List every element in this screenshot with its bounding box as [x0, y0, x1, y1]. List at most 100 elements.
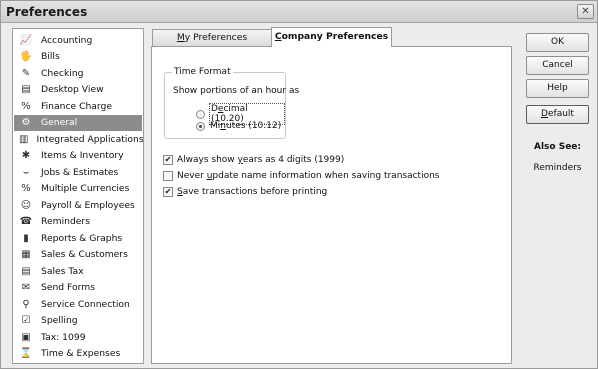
also-see-reminders-link[interactable]: Reminders [526, 163, 589, 173]
save-before-print-option[interactable]: ✔ Save transactions before printing [163, 187, 327, 197]
time-expenses-icon: ⌛ [19, 348, 33, 359]
preferences-window: Preferences ✕ 📈 Accounting 🖐 Bills ✎ Checking… [0, 0, 598, 369]
category-label: Jobs & Estimates [41, 166, 119, 178]
category-item[interactable]: % Multiple Currencies [14, 181, 142, 197]
category-item[interactable]: 🖐 Bills [14, 49, 142, 65]
default-button-accel: D [541, 109, 548, 119]
category-item[interactable]: ⚲ Service Connection [14, 296, 142, 312]
tab-company-preferences-label: ompany Preferences [281, 31, 389, 42]
years-4-digits-checkbox[interactable]: ✔ [163, 155, 173, 165]
years-4-digits-label: Always show years as 4 digits (1999) [177, 155, 344, 165]
time-format-legend: Time Format [172, 67, 233, 77]
time-format-group: Time Format Show portions of an hour as … [164, 67, 299, 139]
category-item[interactable]: ⚙ General [14, 114, 142, 131]
category-item[interactable]: ▤ Desktop View [14, 82, 142, 98]
title-bar: Preferences ✕ [1, 1, 597, 23]
checking-icon: ✎ [21, 67, 31, 79]
category-item[interactable]: ⌣ Jobs & Estimates [14, 164, 142, 180]
also-see-heading: Also See: [533, 142, 581, 152]
close-icon[interactable]: ✕ [577, 4, 594, 19]
minutes-label-post: utes (10:12) [225, 121, 282, 131]
save-before-print-label: Save transactions before printing [177, 187, 327, 197]
help-button[interactable]: Help [526, 79, 589, 98]
category-item[interactable]: ✉ Send Forms [14, 280, 142, 296]
years-4-digits-option[interactable]: ✔ Always show years as 4 digits (1999) [163, 155, 344, 165]
category-item[interactable]: ⌛ Time & Expenses [14, 346, 142, 362]
jobs-estimates-icon: ⌣ [22, 166, 30, 178]
years4-post: ears as 4 digits (1999) [242, 155, 345, 165]
minutes-label-pre: Mi [210, 121, 221, 131]
integrated-applications-icon: ▥ [19, 133, 29, 145]
default-button[interactable]: Default [526, 105, 589, 124]
items-inventory-icon: ✱ [21, 150, 31, 161]
minutes-radio-option[interactable]: Minutes (10:12) [196, 121, 282, 131]
category-label: Payroll & Employees [41, 199, 135, 211]
category-label: Spelling [41, 315, 78, 326]
multiple-currencies-icon: % [21, 183, 31, 194]
category-item[interactable]: ✎ Checking [14, 65, 142, 81]
never-update-post: pdate name information when saving trans… [212, 171, 440, 181]
never-update-label: Never update name information when savin… [177, 171, 439, 181]
sales-tax-icon: ▤ [21, 265, 31, 277]
service-connection-icon: ⚲ [22, 298, 30, 310]
category-item[interactable]: ☎ Reminders [14, 214, 142, 230]
category-label: Reminders [41, 216, 90, 227]
never-update-pre: Never [177, 171, 207, 181]
category-item[interactable]: ▮ Reports & Graphs [14, 230, 142, 246]
save-before-print-post: ave transactions before printing [182, 187, 328, 197]
category-label: Checking [41, 67, 84, 79]
category-label: Multiple Currencies [41, 183, 130, 194]
decimal-radio[interactable] [196, 109, 205, 119]
category-item[interactable]: % Finance Charge [14, 98, 142, 114]
minutes-radio-label: Minutes (10:12) [209, 121, 282, 131]
category-label: Sales & Customers [41, 249, 128, 260]
years4-pre: Always show [177, 155, 238, 165]
category-label: Reports & Graphs [41, 232, 123, 244]
tab-my-preferences-label: y Preferences [184, 32, 248, 43]
decimal-label-pre: D [210, 104, 218, 114]
category-item[interactable]: 📈 Accounting [14, 32, 142, 48]
category-label: Finance Charge [41, 100, 113, 112]
payroll-employees-icon: ☺ [20, 199, 32, 211]
category-item[interactable]: ▥ Integrated Applications [14, 131, 144, 147]
ok-button[interactable]: OK [526, 33, 589, 52]
general-icon: ⚙ [21, 117, 31, 128]
tab-my-preferences-accel: M [176, 32, 185, 43]
cancel-button[interactable]: Cancel [526, 56, 589, 75]
never-update-checkbox[interactable] [163, 171, 173, 181]
category-item[interactable]: ▤ Sales Tax [14, 263, 142, 279]
category-label: Accounting [41, 34, 93, 46]
category-item[interactable]: ✱ Items & Inventory [14, 148, 142, 164]
category-item[interactable]: ▦ Sales & Customers [14, 247, 142, 263]
category-label: Bills [41, 51, 60, 62]
category-label: Time & Expenses [41, 348, 121, 359]
category-item[interactable]: ☑ Spelling [14, 313, 142, 329]
tax-1099-icon: ▣ [21, 331, 31, 343]
category-label: Tax: 1099 [41, 331, 86, 343]
category-label: General [41, 117, 78, 128]
default-button-label: efault [547, 109, 574, 119]
time-format-subtitle: Show portions of an hour as [173, 86, 300, 96]
never-update-option[interactable]: Never update name information when savin… [163, 171, 439, 181]
category-item[interactable]: ☺ Payroll & Employees [14, 197, 142, 213]
send-forms-icon: ✉ [21, 282, 31, 293]
tab-company-preferences-accel: C [274, 31, 282, 42]
bills-icon: 🖐 [19, 51, 33, 62]
category-label: Send Forms [41, 282, 95, 293]
category-list: 📈 Accounting 🖐 Bills ✎ Checking ▤ Desktop View%… [12, 28, 144, 364]
company-preferences-panel: Time Format Show portions of an hour as … [151, 46, 512, 364]
tab-my-preferences[interactable]: My Preferences [152, 29, 272, 46]
category-label: Integrated Applications [36, 133, 144, 145]
minutes-radio[interactable] [196, 121, 205, 131]
category-label: Desktop View [41, 84, 104, 95]
reminders-icon: ☎ [19, 216, 33, 227]
desktop-view-icon: ▤ [21, 84, 31, 95]
window-title: Preferences [6, 5, 88, 19]
save-before-print-checkbox[interactable]: ✔ [163, 187, 173, 197]
category-item[interactable]: ▣ Tax: 1099 [14, 329, 142, 345]
sales-customers-icon: ▦ [21, 249, 31, 260]
tab-company-preferences[interactable]: Company Preferences [271, 27, 392, 47]
finance-charge-icon: % [21, 100, 31, 112]
category-label: Sales Tax [41, 265, 84, 277]
accounting-icon: 📈 [19, 34, 33, 46]
